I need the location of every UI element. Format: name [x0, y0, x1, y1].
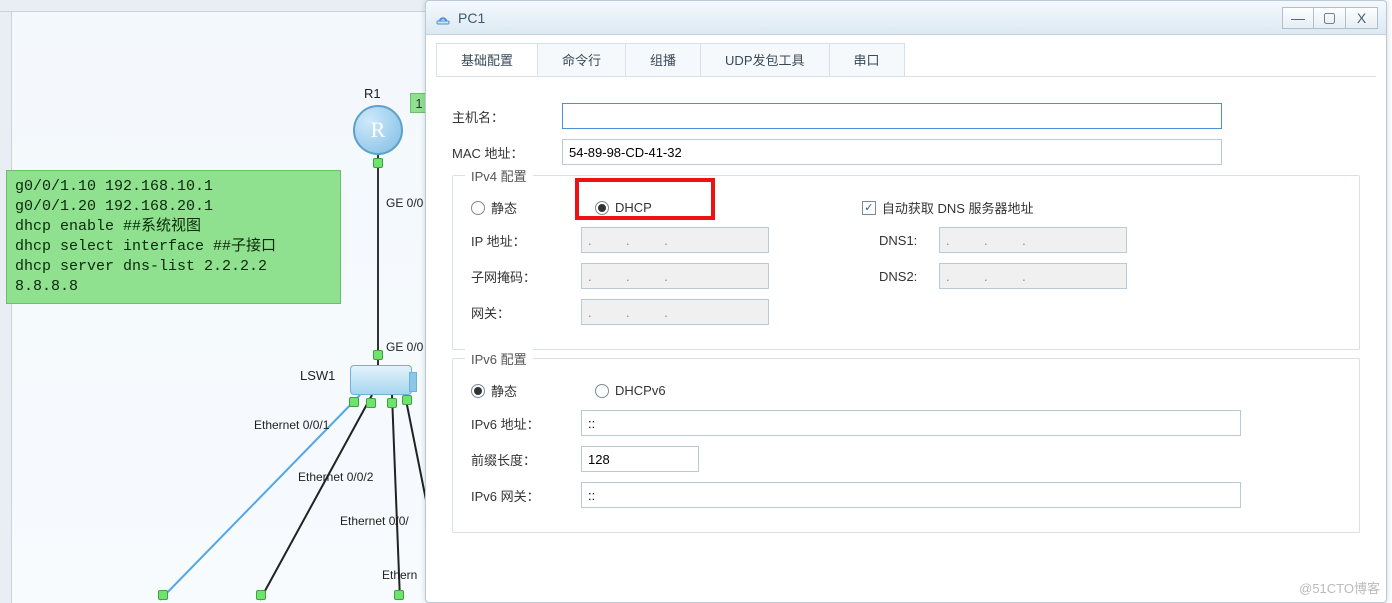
- dns1-input[interactable]: [939, 227, 1127, 253]
- app-root: R1 R 1 GE 0/0 GE 0/0 LSW1 Ethernet 0/0/1…: [0, 0, 1392, 603]
- ipv6-gw-input[interactable]: [581, 482, 1241, 508]
- ipv4-static-radio[interactable]: 静态: [471, 198, 517, 217]
- port-dot: [394, 590, 404, 600]
- maximize-button[interactable]: ▢: [1314, 7, 1346, 29]
- pc1-window: PC1 — ▢ X 基础配置 命令行 组播 UDP发包工具 串口 主机名： MA…: [425, 0, 1387, 603]
- dns2-input[interactable]: [939, 263, 1127, 289]
- gw-label: 网关：: [471, 303, 581, 322]
- mask-input[interactable]: [581, 263, 769, 289]
- ipv6-legend: IPv6 配置: [465, 349, 533, 368]
- ipv6-static-radio[interactable]: 静态: [471, 381, 517, 400]
- port-eth-4: Ethern: [382, 568, 417, 582]
- dns2-label: DNS2:: [879, 269, 939, 284]
- tab-basic[interactable]: 基础配置: [436, 43, 538, 76]
- port-dot: [366, 398, 376, 408]
- config-note[interactable]: g0/0/1.10 192.168.10.1 g0/0/1.20 192.168…: [6, 170, 341, 304]
- ipv6-addr-label: IPv6 地址：: [471, 414, 581, 433]
- ipv6-prefix-input[interactable]: [581, 446, 699, 472]
- gw-input[interactable]: [581, 299, 769, 325]
- minimize-button[interactable]: —: [1282, 7, 1314, 29]
- ipv6-fieldset: IPv6 配置 静态 DHCPv6 IPv6 地址： 前缀长度：: [452, 358, 1360, 533]
- port-dot: [158, 590, 168, 600]
- port-eth-3: Ethernet 0/0/: [340, 514, 409, 528]
- tab-mcast[interactable]: 组播: [625, 43, 701, 76]
- app-icon: [434, 9, 452, 27]
- ipv4-legend: IPv4 配置: [465, 166, 533, 185]
- ipv6-prefix-label: 前缀长度：: [471, 450, 581, 469]
- ipv4-static-label: 静态: [491, 198, 517, 217]
- port-dot: [373, 158, 383, 168]
- mask-label: 子网掩码：: [471, 267, 581, 286]
- port-eth-2: Ethernet 0/0/2: [298, 470, 373, 484]
- ipv4-dhcp-radio[interactable]: DHCP: [595, 200, 652, 215]
- ipv4-dhcp-label: DHCP: [615, 200, 652, 215]
- port-dot: [349, 397, 359, 407]
- mac-label: MAC 地址：: [452, 143, 562, 162]
- port-dot: [402, 395, 412, 405]
- port-dot: [387, 398, 397, 408]
- port-dot: [373, 350, 383, 360]
- tab-bar: 基础配置 命令行 组播 UDP发包工具 串口: [436, 43, 1376, 77]
- ipv6-static-label: 静态: [491, 381, 517, 400]
- dns1-label: DNS1:: [879, 233, 939, 248]
- watermark: @51CTO博客: [1299, 578, 1380, 597]
- port-dot: [256, 590, 266, 600]
- ipv6-addr-input[interactable]: [581, 410, 1241, 436]
- tab-udp[interactable]: UDP发包工具: [700, 43, 829, 76]
- port-ge-1: GE 0/0: [386, 196, 423, 210]
- auto-dns-label: 自动获取 DNS 服务器地址: [882, 198, 1034, 217]
- tab-serial[interactable]: 串口: [829, 43, 905, 76]
- port-ge-2: GE 0/0: [386, 340, 423, 354]
- router-icon[interactable]: R: [353, 105, 403, 155]
- window-title: PC1: [458, 10, 485, 26]
- ipv4-fieldset: IPv4 配置 静态 DHCP ✓自动获取 DNS 服务器地址 IP 地址：: [452, 175, 1360, 350]
- titlebar[interactable]: PC1 — ▢ X: [426, 1, 1386, 35]
- tab-cli[interactable]: 命令行: [537, 43, 626, 76]
- router-label: R1: [364, 86, 381, 101]
- close-button[interactable]: X: [1346, 7, 1378, 29]
- ip-input[interactable]: [581, 227, 769, 253]
- ip-label: IP 地址：: [471, 231, 581, 250]
- hostname-input[interactable]: [562, 103, 1222, 129]
- topology-canvas[interactable]: R1 R 1 GE 0/0 GE 0/0 LSW1 Ethernet 0/0/1…: [0, 0, 430, 603]
- switch-icon[interactable]: [350, 365, 412, 395]
- ipv6-dhcpv6-label: DHCPv6: [615, 383, 666, 398]
- auto-dns-check[interactable]: ✓自动获取 DNS 服务器地址: [862, 198, 1034, 217]
- ipv6-gw-label: IPv6 网关：: [471, 486, 581, 505]
- mac-input[interactable]: [562, 139, 1222, 165]
- ipv6-dhcpv6-radio[interactable]: DHCPv6: [595, 383, 666, 398]
- basic-panel: 主机名： MAC 地址： IPv4 配置 静态 DHCP ✓自动获取: [426, 77, 1386, 541]
- hostname-label: 主机名：: [452, 107, 562, 126]
- switch-label: LSW1: [300, 368, 335, 383]
- window-controls: — ▢ X: [1282, 7, 1378, 29]
- port-eth-1: Ethernet 0/0/1: [254, 418, 329, 432]
